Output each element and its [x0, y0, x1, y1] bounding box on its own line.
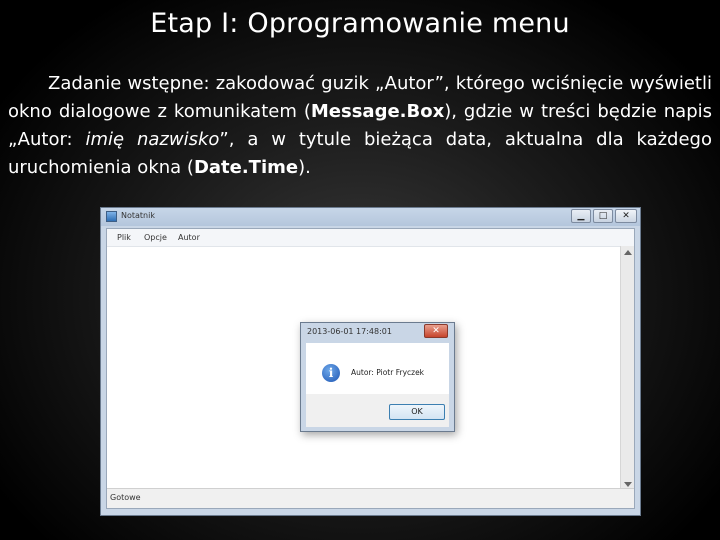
- slide-title: Etap I: Oprogramowanie menu: [150, 8, 570, 39]
- desc-part-4: ).: [298, 157, 311, 178]
- maximize-button[interactable]: □: [593, 209, 613, 223]
- notepad-app-icon: [106, 211, 117, 222]
- message-box-title: 2013-06-01 17:48:01: [307, 327, 392, 336]
- menu-item-autor[interactable]: Autor: [178, 233, 200, 242]
- message-box: 2013-06-01 17:48:01 ✕ i Autor: Piotr Fry…: [300, 322, 455, 432]
- minimize-button[interactable]: ▁: [571, 209, 591, 223]
- status-text: Gotowe: [110, 493, 141, 502]
- info-icon: i: [322, 364, 340, 382]
- notepad-title: Notatnik: [121, 211, 155, 220]
- desc-name-placeholder: imię nazwisko: [85, 129, 220, 150]
- message-box-close-button[interactable]: ✕: [424, 324, 448, 338]
- menu-item-plik[interactable]: Plik: [117, 233, 131, 242]
- scroll-down-icon[interactable]: [624, 482, 632, 487]
- desc-datetime: Date.Time: [193, 157, 299, 178]
- menu-item-opcje[interactable]: Opcje: [144, 233, 167, 242]
- status-bar: Gotowe: [107, 488, 634, 508]
- vertical-scrollbar[interactable]: [620, 246, 634, 491]
- notepad-titlebar[interactable]: Notatnik ▁ □ ✕: [101, 208, 640, 226]
- ok-button[interactable]: OK: [389, 404, 445, 420]
- menu-bar: Plik Opcje Autor: [107, 229, 634, 247]
- desc-messagebox: Message.Box: [310, 101, 445, 122]
- close-button[interactable]: ✕: [615, 209, 637, 223]
- scroll-up-icon[interactable]: [624, 250, 632, 255]
- task-description: Zadanie wstępne: zakodować guzik „Autor”…: [8, 70, 712, 182]
- message-text: Autor: Piotr Fryczek: [351, 368, 425, 377]
- message-box-body: i Autor: Piotr Fryczek: [306, 343, 449, 394]
- message-box-footer: OK: [306, 394, 449, 427]
